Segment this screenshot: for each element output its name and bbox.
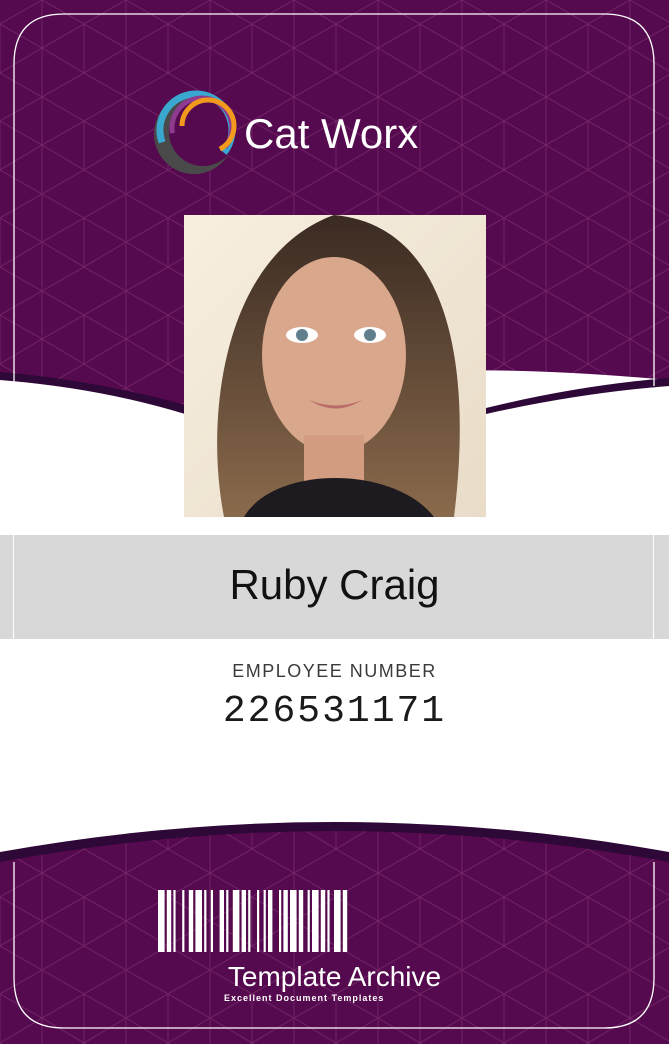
brand-name: Template Archive [227,961,442,992]
barcode-bar [188,890,194,952]
barcode-bar [279,890,282,952]
brand-tagline: Excellent Document Templates [224,993,385,1003]
barcode-bar [232,890,240,952]
barcode-icon [158,890,348,952]
id-card: Cat Worx Ruby Craig EMPLOYEE NUMBER 2265… [0,0,669,1044]
barcode-bar [342,890,348,952]
employee-number: 226531171 [222,690,447,733]
employee-photo [184,215,486,517]
barcode-bar [210,890,213,952]
barcode-bar [290,890,297,952]
barcode-bar [263,890,266,952]
barcode-bar [226,890,229,952]
barcode-bar [195,890,202,952]
cat-worx-logo-icon [154,90,237,174]
barcode-bar [241,890,246,952]
barcode-bar [283,890,288,952]
barcode-bar [257,890,260,952]
barcode-bar [327,890,330,952]
barcode-bar [268,890,273,952]
barcode-bar [158,890,165,952]
barcode-bar [173,890,176,952]
employee-number-label: EMPLOYEE NUMBER [232,661,437,681]
barcode-bar [298,890,304,952]
barcode-bar [248,890,251,952]
barcode-bar [334,890,341,952]
barcode-bar [182,890,185,952]
barcode-bar [219,890,224,952]
barcode-bar [166,890,172,952]
barcode-bar [312,890,319,952]
barcode-bar [204,890,207,952]
barcode-bar [307,890,310,952]
employee-name: Ruby Craig [229,561,440,608]
company-name: Cat Worx [244,110,419,157]
barcode-bar [320,890,326,952]
